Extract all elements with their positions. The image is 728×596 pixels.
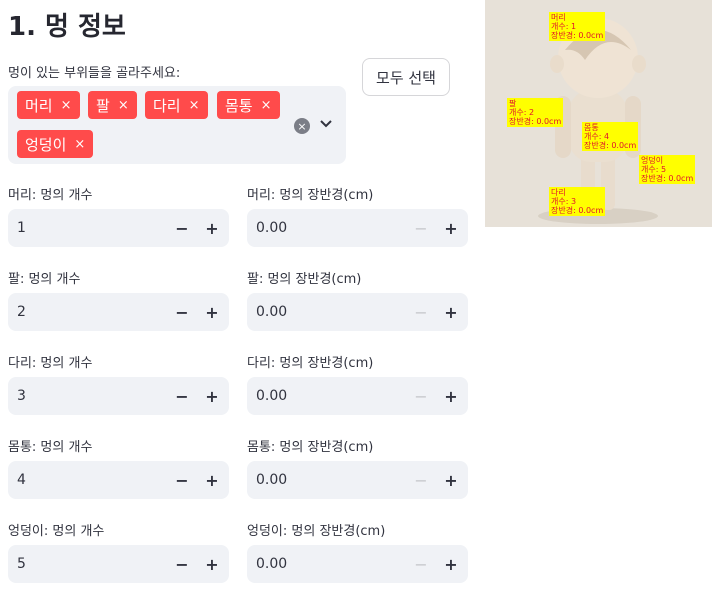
- ann-count: 개수: 2: [509, 108, 535, 117]
- minus-icon[interactable]: −: [167, 549, 197, 579]
- head-count-input[interactable]: 1 − +: [8, 209, 229, 247]
- arm-size-label: 팔: 멍의 장반경(cm): [247, 272, 362, 287]
- tag-head: 머리 ×: [17, 91, 80, 119]
- chevron-down-icon[interactable]: [318, 114, 334, 134]
- plus-icon[interactable]: +: [436, 213, 466, 243]
- select-all-button[interactable]: 모두 선택: [362, 58, 450, 96]
- tag-remove-icon[interactable]: ×: [74, 137, 85, 152]
- minus-icon[interactable]: −: [406, 465, 436, 495]
- ann-size: 장반경: 0.0cm: [551, 31, 604, 40]
- ann-size: 장반경: 0.0cm: [584, 141, 637, 150]
- torso-count-label: 몸통: 멍의 개수: [8, 440, 93, 455]
- tag-label: 머리: [25, 96, 53, 115]
- ann-part: 엉덩이: [641, 156, 664, 165]
- minus-icon[interactable]: −: [406, 297, 436, 327]
- tag-remove-icon[interactable]: ×: [118, 98, 129, 113]
- head-size-label: 머리: 멍의 장반경(cm): [247, 188, 374, 203]
- tag-remove-icon[interactable]: ×: [61, 98, 72, 113]
- torso-size-label: 몸통: 멍의 장반경(cm): [247, 440, 374, 455]
- annotation-torso: 몸통 개수: 4 장반경: 0.0cm: [582, 122, 639, 151]
- value[interactable]: 3: [17, 388, 26, 404]
- ann-count: 개수: 5: [641, 165, 667, 174]
- tag-label: 팔: [96, 96, 110, 115]
- tag-torso: 몸통 ×: [217, 91, 280, 119]
- hip-size-input[interactable]: 0.00 − +: [247, 545, 468, 583]
- minus-icon[interactable]: −: [167, 213, 197, 243]
- tag-leg: 다리 ×: [145, 91, 208, 119]
- value[interactable]: 4: [17, 472, 26, 488]
- body-figure-image: 머리 개수: 1 장반경: 0.0cm 팔 개수: 2 장반경: 0.0cm 몸…: [485, 0, 712, 227]
- leg-count-label: 다리: 멍의 개수: [8, 356, 93, 371]
- page-title: 1. 멍 정보: [8, 12, 126, 42]
- ann-count: 개수: 3: [551, 197, 577, 206]
- value[interactable]: 0.00: [256, 472, 287, 488]
- clear-icon[interactable]: ×: [294, 118, 310, 134]
- head-count-label: 머리: 멍의 개수: [8, 188, 93, 203]
- value[interactable]: 0.00: [256, 304, 287, 320]
- arm-size-input[interactable]: 0.00 − +: [247, 293, 468, 331]
- minus-icon[interactable]: −: [167, 297, 197, 327]
- tag-label: 엉덩이: [25, 135, 67, 154]
- plus-icon[interactable]: +: [197, 213, 227, 243]
- ann-size: 장반경: 0.0cm: [551, 206, 604, 215]
- arm-count-input[interactable]: 2 − +: [8, 293, 229, 331]
- minus-icon[interactable]: −: [406, 549, 436, 579]
- value[interactable]: 0.00: [256, 220, 287, 236]
- ann-part: 머리: [551, 13, 566, 22]
- tag-arm: 팔 ×: [88, 91, 137, 119]
- tag-label: 몸통: [225, 96, 253, 115]
- value[interactable]: 2: [17, 304, 26, 320]
- ann-part: 다리: [551, 188, 566, 197]
- ann-part: 팔: [509, 99, 517, 108]
- ann-count: 개수: 4: [584, 132, 610, 141]
- leg-size-input[interactable]: 0.00 − +: [247, 377, 468, 415]
- plus-icon[interactable]: +: [436, 381, 466, 411]
- arm-count-label: 팔: 멍의 개수: [8, 272, 81, 287]
- value[interactable]: 5: [17, 556, 26, 572]
- ann-size: 장반경: 0.0cm: [509, 117, 562, 126]
- tag-hip: 엉덩이 ×: [17, 130, 94, 158]
- tag-label: 다리: [153, 96, 181, 115]
- minus-icon[interactable]: −: [406, 213, 436, 243]
- value[interactable]: 1: [17, 220, 26, 236]
- minus-icon[interactable]: −: [167, 465, 197, 495]
- annotation-arm: 팔 개수: 2 장반경: 0.0cm: [507, 98, 564, 127]
- value[interactable]: 0.00: [256, 388, 287, 404]
- value[interactable]: 0.00: [256, 556, 287, 572]
- ann-part: 몸통: [584, 123, 599, 132]
- ann-count: 개수: 1: [551, 22, 577, 31]
- tag-remove-icon[interactable]: ×: [261, 98, 272, 113]
- plus-icon[interactable]: +: [436, 465, 466, 495]
- hip-count-label: 엉덩이: 멍의 개수: [8, 524, 105, 539]
- minus-icon[interactable]: −: [406, 381, 436, 411]
- body-part-multiselect[interactable]: 머리 × 팔 × 다리 × 몸통 × 엉덩이 × ×: [8, 86, 346, 164]
- leg-size-label: 다리: 멍의 장반경(cm): [247, 356, 374, 371]
- leg-count-input[interactable]: 3 − +: [8, 377, 229, 415]
- tag-remove-icon[interactable]: ×: [189, 98, 200, 113]
- plus-icon[interactable]: +: [197, 465, 227, 495]
- annotation-hip: 엉덩이 개수: 5 장반경: 0.0cm: [639, 155, 696, 184]
- plus-icon[interactable]: +: [197, 297, 227, 327]
- torso-size-input[interactable]: 0.00 − +: [247, 461, 468, 499]
- multiselect-label: 멍이 있는 부위들을 골라주세요:: [8, 66, 181, 81]
- annotation-head: 머리 개수: 1 장반경: 0.0cm: [549, 12, 606, 41]
- torso-count-input[interactable]: 4 − +: [8, 461, 229, 499]
- plus-icon[interactable]: +: [197, 381, 227, 411]
- hip-count-input[interactable]: 5 − +: [8, 545, 229, 583]
- annotation-leg: 다리 개수: 3 장반경: 0.0cm: [549, 187, 606, 216]
- ann-size: 장반경: 0.0cm: [641, 174, 694, 183]
- head-size-input[interactable]: 0.00 − +: [247, 209, 468, 247]
- plus-icon[interactable]: +: [436, 549, 466, 579]
- plus-icon[interactable]: +: [197, 549, 227, 579]
- minus-icon[interactable]: −: [167, 381, 197, 411]
- plus-icon[interactable]: +: [436, 297, 466, 327]
- hip-size-label: 엉덩이: 멍의 장반경(cm): [247, 524, 386, 539]
